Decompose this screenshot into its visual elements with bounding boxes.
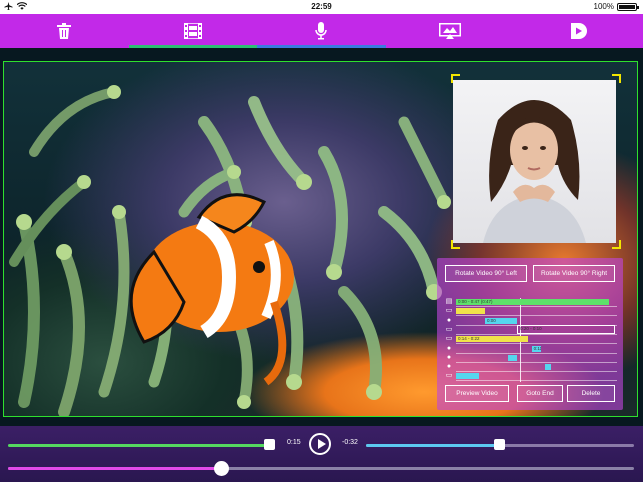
tool-audio[interactable] (257, 14, 386, 48)
timeline-segment[interactable] (507, 354, 518, 361)
timeline-row[interactable]: ● (445, 354, 617, 363)
goto-end-button[interactable]: Goto End (517, 385, 563, 402)
battery-icon (617, 2, 639, 11)
scrub-start-handle[interactable] (264, 439, 275, 450)
timeline-segment[interactable]: 0:20 - 0:10 (517, 324, 616, 334)
timeline-row[interactable]: ▭ (445, 372, 617, 382)
film-icon (183, 23, 202, 39)
scrub-track-elapsed[interactable] (8, 444, 270, 447)
app-screen: 22:59 100% Rotate Video 90° Left Rotate … (0, 0, 643, 482)
image-icon: ▭ (445, 372, 453, 380)
app-logo-icon (570, 23, 587, 39)
timeline-row[interactable]: ▭ (445, 307, 617, 317)
rotate-left-button[interactable]: Rotate Video 90° Left (445, 265, 527, 282)
image-icon: ▭ (445, 335, 453, 343)
timeline-row[interactable]: ▤ 0:00 - 0:47 (0:47) (445, 298, 617, 307)
timeline-row[interactable]: ● 0:11 (445, 345, 617, 354)
timeline-segment[interactable]: 0:00 - 0:47 (0:47) (456, 299, 609, 305)
timeline-segment[interactable]: 0:11 (531, 345, 542, 352)
tool-export[interactable] (386, 14, 515, 48)
crop-handle-top-left[interactable] (451, 74, 460, 83)
scrub-end-handle[interactable] (493, 439, 505, 450)
overlay-photo[interactable] (453, 80, 616, 243)
status-bar: 22:59 100% (0, 0, 643, 14)
trash-icon (57, 23, 72, 39)
timeline-segment[interactable]: 0:00 (484, 317, 518, 324)
zoom-track-fill (8, 467, 221, 470)
timeline-row[interactable]: ● (445, 363, 617, 373)
playback-controls: 0:15 -0:32 (0, 426, 643, 482)
top-toolbar (0, 14, 643, 48)
battery-fill (619, 4, 635, 9)
crop-handle-bottom-left[interactable] (451, 240, 460, 249)
tool-app[interactable] (514, 14, 643, 48)
play-button[interactable] (309, 433, 331, 455)
crop-handle-bottom-right[interactable] (612, 240, 621, 249)
image-icon: ▭ (445, 307, 453, 315)
status-right: 100% (593, 2, 639, 11)
delete-button[interactable]: Delete (567, 385, 615, 402)
preview-video-button[interactable]: Preview Video (445, 385, 509, 402)
timeline-segment[interactable] (544, 364, 551, 371)
image-icon: ▭ (445, 325, 453, 333)
status-time: 22:59 (311, 2, 332, 11)
clownfish-shape (129, 193, 294, 386)
timeline-segment[interactable] (456, 308, 485, 315)
timeline-tracks[interactable]: ▤ 0:00 - 0:47 (0:47) ▭ ● 0:00 ▭ 0:20 - 0:10 ▭ 0:… (445, 298, 617, 382)
screen-export-icon (439, 23, 462, 39)
remaining-time: -0:32 (342, 439, 358, 446)
battery-percent: 100% (593, 2, 614, 11)
video-stage: Rotate Video 90° Left Rotate Video 90° R… (0, 48, 643, 426)
elapsed-time: 0:15 (287, 439, 301, 446)
microphone-icon: ● (446, 316, 452, 324)
microphone-icon: ● (446, 344, 452, 352)
microphone-icon: ● (446, 363, 452, 371)
scrub-track-progress (366, 444, 499, 447)
crop-handle-top-right[interactable] (612, 74, 621, 83)
timeline-row[interactable]: ▭ 0:20 - 0:10 (445, 324, 617, 335)
microphone-icon: ● (446, 353, 452, 361)
tool-delete[interactable] (0, 14, 129, 48)
rotate-right-button[interactable]: Rotate Video 90° Right (533, 265, 615, 282)
film-icon: ▤ (445, 298, 453, 305)
timeline-row-line (456, 380, 617, 382)
timeline-segment[interactable]: 0:14 - 0:22 (456, 336, 529, 343)
microphone-icon (315, 22, 328, 40)
portrait-image (483, 100, 586, 243)
edit-panel: Rotate Video 90° Left Rotate Video 90° R… (437, 258, 623, 410)
timeline-segment[interactable] (456, 373, 479, 380)
timeline-row[interactable]: ▭ 0:14 - 0:22 (445, 335, 617, 345)
tool-video[interactable] (128, 14, 258, 48)
zoom-slider-knob[interactable] (213, 461, 229, 476)
